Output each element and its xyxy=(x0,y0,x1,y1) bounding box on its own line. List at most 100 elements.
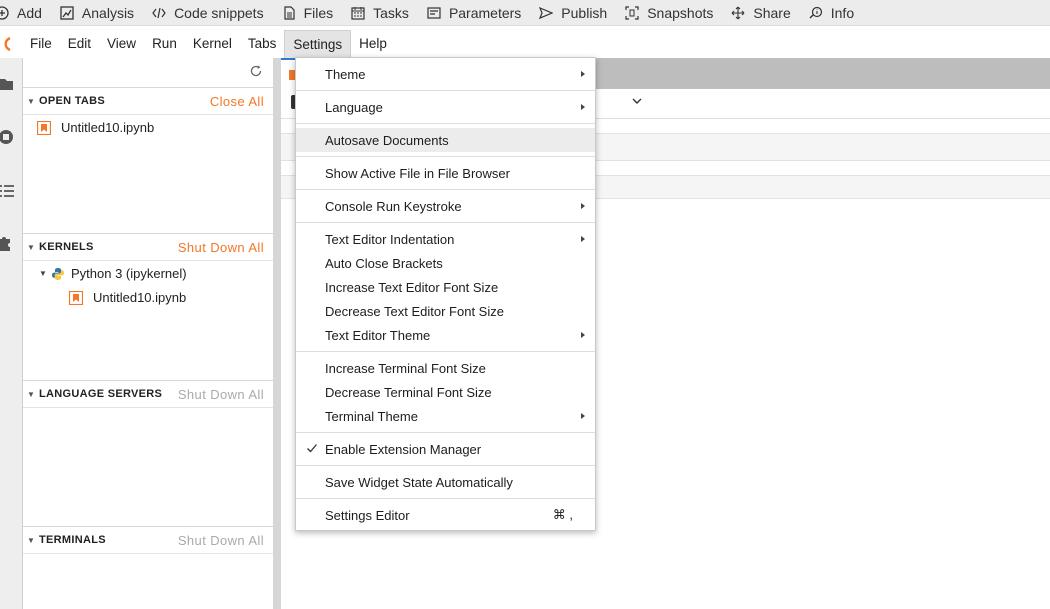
menu-divider xyxy=(296,156,595,157)
analysis-button[interactable]: Analysis xyxy=(52,0,144,26)
collapse-caret-icon: ▼ xyxy=(27,96,35,106)
menu-run[interactable]: Run xyxy=(144,30,185,58)
open-tabs-header[interactable]: ▼ OPEN TABS Close All xyxy=(23,87,273,115)
share-icon xyxy=(731,6,745,20)
menu-divider xyxy=(296,498,595,499)
share-label: Share xyxy=(753,4,791,21)
submenu-arrow-icon xyxy=(581,413,585,419)
kernel-item[interactable]: ▼ Python 3 (ipykernel) xyxy=(35,266,187,281)
menu-item-text-editor-theme[interactable]: Text Editor Theme xyxy=(296,323,595,347)
language-servers-header[interactable]: ▼ LANGUAGE SERVERS Shut Down All xyxy=(23,380,273,408)
menu-item-label: Decrease Terminal Font Size xyxy=(325,384,492,400)
menu-divider xyxy=(296,189,595,190)
activity-bar xyxy=(0,58,23,609)
menu-item-label: Console Run Keystroke xyxy=(325,198,462,214)
snapshots-label: Snapshots xyxy=(647,4,714,21)
analysis-label: Analysis xyxy=(81,4,135,21)
plus-circle-icon xyxy=(0,5,9,20)
kernel-session-item[interactable]: Untitled10.ipynb xyxy=(68,290,187,305)
kernels-title: KERNELS xyxy=(39,241,94,253)
menu-item-label: Increase Text Editor Font Size xyxy=(325,279,499,295)
share-button[interactable]: Share xyxy=(723,0,800,26)
publish-button[interactable]: Publish xyxy=(531,0,617,26)
menu-item-text-editor-indentation[interactable]: Text Editor Indentation xyxy=(296,227,595,251)
kernels-header[interactable]: ▼ KERNELS Shut Down All xyxy=(23,233,273,261)
menu-item-settings-editor[interactable]: Settings Editor ⌘ , xyxy=(296,503,595,527)
code-snippets-label: Code snippets xyxy=(174,4,264,21)
menu-item-label: Language xyxy=(325,99,383,115)
parameters-icon xyxy=(427,6,441,20)
menu-tabs[interactable]: Tabs xyxy=(240,30,285,58)
panel-splitter[interactable] xyxy=(273,58,281,609)
table-of-contents-icon[interactable] xyxy=(0,182,18,200)
menu-item-label: Show Active File in File Browser xyxy=(325,165,510,181)
collapse-caret-icon: ▼ xyxy=(27,242,35,252)
snapshots-button[interactable]: Snapshots xyxy=(617,0,723,26)
shut-down-all-language-servers-button[interactable]: Shut Down All xyxy=(178,387,264,402)
shut-down-all-terminals-button[interactable]: Shut Down All xyxy=(178,533,264,548)
refresh-icon[interactable] xyxy=(249,64,263,78)
menu-bar: File Edit View Run Kernel Tabs Settings … xyxy=(0,30,1050,58)
menu-file[interactable]: File xyxy=(22,30,60,58)
close-all-button[interactable]: Close All xyxy=(210,94,264,109)
menu-item-terminal-theme[interactable]: Terminal Theme xyxy=(296,404,595,428)
menu-kernel[interactable]: Kernel xyxy=(185,30,240,58)
menu-item-autosave-documents[interactable]: Autosave Documents xyxy=(296,128,595,152)
calendar-icon xyxy=(351,6,365,20)
menu-divider xyxy=(296,90,595,91)
menu-item-decrease-terminal-font[interactable]: Decrease Terminal Font Size xyxy=(296,380,595,404)
notebook-icon xyxy=(68,290,84,305)
kernel-session-filename: Untitled10.ipynb xyxy=(93,290,187,305)
running-sessions-icon[interactable] xyxy=(0,128,18,146)
menu-view[interactable]: View xyxy=(99,30,144,58)
expand-caret-icon: ▼ xyxy=(39,269,47,278)
info-label: Info xyxy=(830,4,855,21)
menu-item-label: Increase Terminal Font Size xyxy=(325,360,486,376)
info-icon xyxy=(809,6,823,20)
menu-item-console-run-keystroke[interactable]: Console Run Keystroke xyxy=(296,194,595,218)
open-tab-item[interactable]: Untitled10.ipynb xyxy=(36,120,154,135)
menu-item-auto-close-brackets[interactable]: Auto Close Brackets xyxy=(296,251,595,275)
menu-item-decrease-editor-font[interactable]: Decrease Text Editor Font Size xyxy=(296,299,595,323)
chevron-down-icon[interactable] xyxy=(631,95,643,107)
add-label: Add xyxy=(17,4,42,21)
menu-divider xyxy=(296,432,595,433)
add-button[interactable]: Add xyxy=(0,0,52,26)
parameters-label: Parameters xyxy=(448,4,522,21)
info-button[interactable]: Info xyxy=(801,0,864,26)
terminals-header[interactable]: ▼ TERMINALS Shut Down All xyxy=(23,526,273,554)
menu-item-show-active-file[interactable]: Show Active File in File Browser xyxy=(296,161,595,185)
folder-icon[interactable] xyxy=(0,75,18,93)
menu-help[interactable]: Help xyxy=(351,30,395,58)
code-snippets-button[interactable]: Code snippets xyxy=(144,0,274,26)
tasks-button[interactable]: Tasks xyxy=(343,0,419,26)
open-tabs-title: OPEN TABS xyxy=(39,95,106,107)
menu-item-label: Auto Close Brackets xyxy=(325,255,443,271)
tasks-label: Tasks xyxy=(373,4,409,21)
menu-settings[interactable]: Settings xyxy=(284,30,352,58)
submenu-arrow-icon xyxy=(581,104,585,110)
menu-item-label: Text Editor Indentation xyxy=(325,231,455,247)
jupyter-logo xyxy=(0,30,22,58)
collapse-caret-icon: ▼ xyxy=(27,389,35,399)
terminals-title: TERMINALS xyxy=(39,534,106,546)
files-button[interactable]: Files xyxy=(274,0,344,26)
shut-down-all-kernels-button[interactable]: Shut Down All xyxy=(178,240,264,255)
menu-item-increase-editor-font[interactable]: Increase Text Editor Font Size xyxy=(296,275,595,299)
submenu-arrow-icon xyxy=(581,71,585,77)
collapse-caret-icon: ▼ xyxy=(27,535,35,545)
keyboard-shortcut: ⌘ , xyxy=(552,507,573,522)
menu-item-enable-extension-manager[interactable]: Enable Extension Manager xyxy=(296,437,595,461)
analysis-icon xyxy=(60,5,74,20)
settings-menu: Theme Language Autosave Documents Show A… xyxy=(295,57,596,531)
menu-item-language[interactable]: Language xyxy=(296,95,595,119)
extension-puzzle-icon[interactable] xyxy=(0,234,18,252)
menu-item-increase-terminal-font[interactable]: Increase Terminal Font Size xyxy=(296,356,595,380)
menu-item-theme[interactable]: Theme xyxy=(296,62,595,86)
menu-item-label: Terminal Theme xyxy=(325,408,418,424)
menu-edit[interactable]: Edit xyxy=(60,30,99,58)
snapshot-icon xyxy=(625,5,639,20)
menu-item-save-widget-state[interactable]: Save Widget State Automatically xyxy=(296,470,595,494)
submenu-arrow-icon xyxy=(581,203,585,209)
parameters-button[interactable]: Parameters xyxy=(419,0,531,26)
